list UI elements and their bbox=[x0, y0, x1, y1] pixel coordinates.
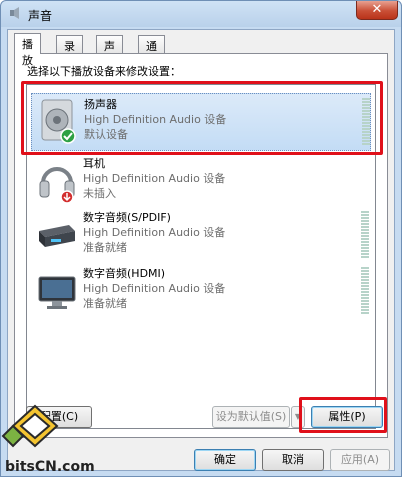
spdif-device-icon bbox=[39, 225, 75, 247]
volume-meter bbox=[362, 98, 370, 146]
volume-meter bbox=[361, 267, 369, 315]
device-description: High Definition Audio 设备 bbox=[84, 113, 227, 126]
tab-sounds[interactable]: 声音 bbox=[96, 35, 123, 69]
speaker-icon bbox=[41, 99, 76, 144]
device-description: High Definition Audio 设备 bbox=[83, 226, 226, 239]
device-list[interactable]: 扬声器 High Definition Audio 设备 默认设备 耳机 Hig… bbox=[26, 84, 376, 429]
device-state: 准备就绪 bbox=[83, 241, 127, 254]
device-name: 数字音频(HDMI) bbox=[83, 267, 166, 280]
set-default-button[interactable]: 设为默认值(S) bbox=[212, 406, 290, 428]
device-item-speaker[interactable]: 扬声器 High Definition Audio 设备 默认设备 bbox=[31, 93, 371, 151]
cancel-button[interactable]: 取消 bbox=[262, 449, 324, 471]
device-state: 默认设备 bbox=[84, 128, 128, 141]
instruction-label: 选择以下播放设备来修改设置： bbox=[27, 65, 181, 78]
device-state: 准备就绪 bbox=[83, 297, 127, 310]
device-description: High Definition Audio 设备 bbox=[83, 282, 226, 295]
device-name: 耳机 bbox=[83, 157, 105, 170]
watermark: bitsCN.com bbox=[1, 404, 101, 478]
sound-dialog: 声音 ✕ 播放 录制 声音 通信 选择以下播放设备来修改设置： bbox=[0, 0, 402, 477]
device-state: 未插入 bbox=[83, 187, 116, 200]
device-item-spdif[interactable]: 数字音频(S/PDIF) High Definition Audio 设备 准备… bbox=[31, 207, 371, 265]
properties-button[interactable]: 属性(P) bbox=[311, 406, 383, 428]
tab-communications[interactable]: 通信 bbox=[138, 35, 165, 69]
monitor-icon bbox=[38, 276, 76, 309]
playback-panel: 选择以下播放设备来修改设置： 扬声器 High Definition Audio… bbox=[14, 53, 388, 438]
speaker-title-icon bbox=[10, 7, 19, 19]
device-name: 数字音频(S/PDIF) bbox=[83, 211, 171, 224]
ok-button[interactable]: 确定 bbox=[194, 449, 256, 471]
device-name: 扬声器 bbox=[84, 98, 117, 111]
set-default-dropdown-arrow[interactable]: ▼ bbox=[291, 406, 305, 428]
device-description: High Definition Audio 设备 bbox=[83, 172, 226, 185]
tab-recording[interactable]: 录制 bbox=[56, 35, 83, 69]
apply-button[interactable]: 应用(A) bbox=[330, 449, 390, 471]
window-title: 声音 bbox=[28, 9, 53, 23]
headphones-icon bbox=[39, 167, 75, 204]
volume-meter bbox=[361, 211, 369, 259]
close-button[interactable]: ✕ bbox=[356, 1, 398, 20]
watermark-text: bitsCN.com bbox=[5, 459, 95, 475]
watermark-logo-icon bbox=[1, 404, 59, 448]
device-item-hdmi[interactable]: 数字音频(HDMI) High Definition Audio 设备 准备就绪 bbox=[31, 263, 371, 321]
title-bar[interactable]: 声音 ✕ bbox=[1, 1, 401, 27]
tab-playback[interactable]: 播放 bbox=[14, 33, 41, 67]
device-item-headphones[interactable]: 耳机 High Definition Audio 设备 未插入 bbox=[31, 153, 371, 211]
